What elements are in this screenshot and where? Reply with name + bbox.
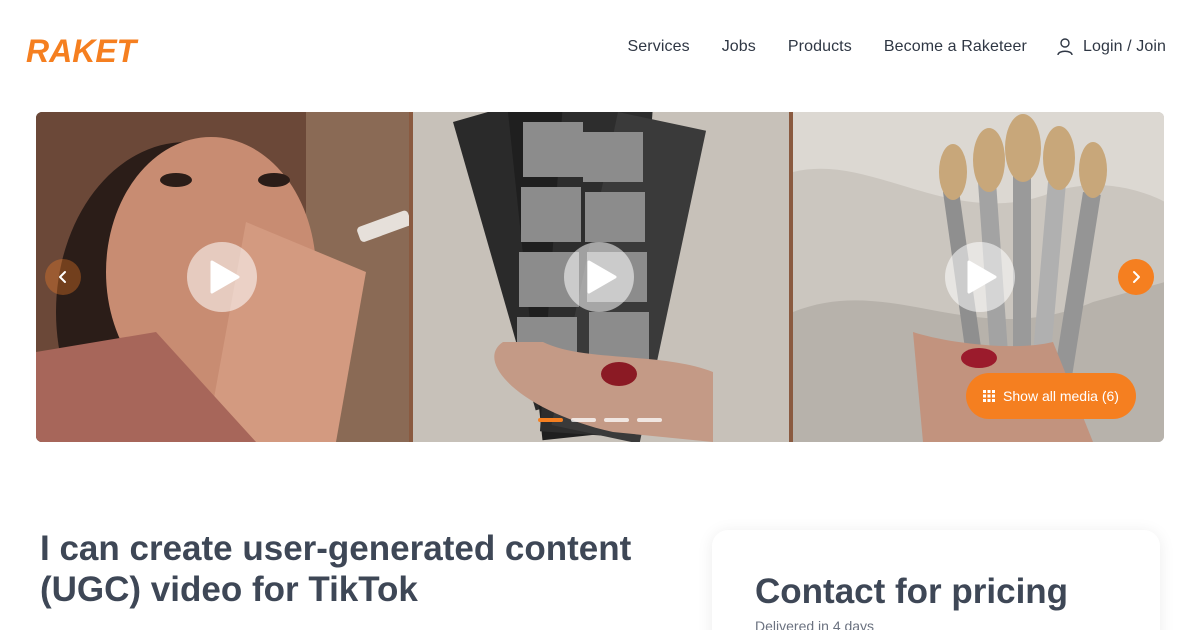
pagination-dot[interactable] <box>538 418 563 422</box>
pagination-dot[interactable] <box>604 418 629 422</box>
pagination-dot[interactable] <box>571 418 596 422</box>
raket-logo[interactable]: RAKET <box>24 30 160 70</box>
gallery-pagination <box>538 418 662 422</box>
delivery-time: Delivered in 4 days <box>755 618 875 630</box>
chevron-left-icon <box>59 271 66 283</box>
login-join-label: Login / Join <box>1082 38 1166 55</box>
site-header: RAKET Services Jobs Products Become a Ra… <box>0 0 1200 100</box>
play-button[interactable] <box>187 242 257 312</box>
gallery-prev-button[interactable] <box>45 259 81 295</box>
nav-services[interactable]: Services <box>628 38 690 56</box>
user-icon <box>1057 38 1073 56</box>
pagination-dot[interactable] <box>637 418 662 422</box>
media-slide-2[interactable] <box>413 112 789 442</box>
pricing-card: Contact for pricing Delivered in 4 days <box>712 530 1160 630</box>
play-icon <box>967 260 997 294</box>
media-slide-1[interactable] <box>36 112 410 442</box>
nav-become-a-raketeer[interactable]: Become a Raketeer <box>884 38 1027 56</box>
play-icon <box>587 260 617 294</box>
pricing-heading: Contact for pricing <box>755 572 1069 611</box>
play-button[interactable] <box>564 242 635 312</box>
nav-products[interactable]: Products <box>788 38 852 56</box>
nav-jobs[interactable]: Jobs <box>722 38 756 56</box>
service-title: I can create user-generated content (UGC… <box>40 529 632 609</box>
gallery-next-button[interactable] <box>1118 259 1154 295</box>
login-join-link[interactable]: Login / Join <box>1057 38 1166 56</box>
show-all-media-label: Show all media (6) <box>1003 388 1119 404</box>
play-button[interactable] <box>944 242 1015 312</box>
grid-icon <box>983 390 996 402</box>
chevron-right-icon <box>1133 271 1140 283</box>
show-all-media-button[interactable]: Show all media (6) <box>966 373 1136 419</box>
play-icon <box>210 260 239 294</box>
main-nav: Services Jobs Products Become a Raketeer… <box>628 38 1166 56</box>
svg-text:RAKET: RAKET <box>26 33 139 69</box>
